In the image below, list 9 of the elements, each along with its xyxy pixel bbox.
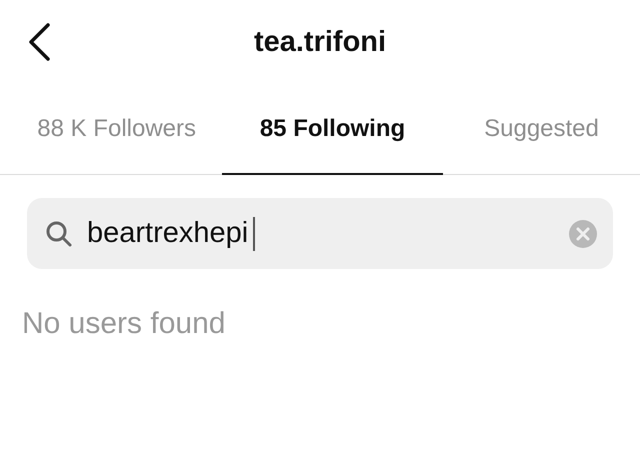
profile-username: tea.trifoni (252, 26, 388, 58)
profile-tab[interactable]: 85 Following (222, 84, 443, 175)
search-field[interactable]: beartrexhepi (27, 198, 613, 269)
empty-message: No users found (22, 307, 226, 341)
search-icon (45, 220, 73, 248)
search-value: beartrexhepi (87, 217, 248, 250)
back-icon (28, 23, 50, 61)
clear-icon (569, 220, 597, 248)
text-cursor (253, 216, 256, 250)
